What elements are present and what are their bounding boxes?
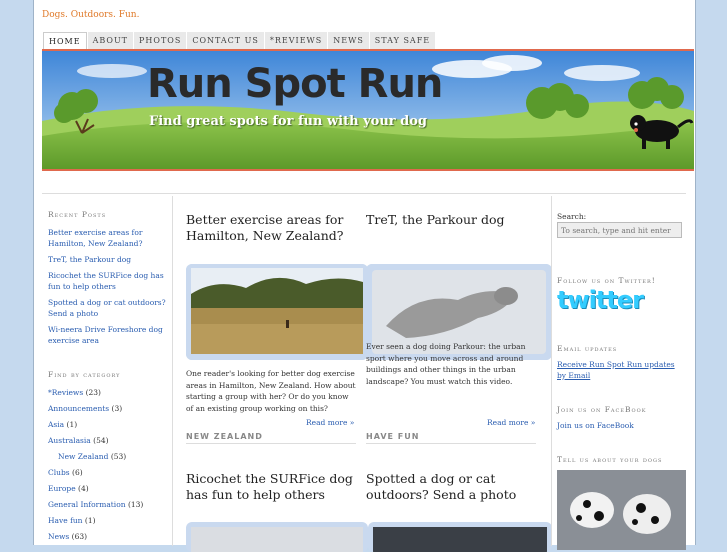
search-input[interactable]: [557, 222, 682, 238]
nav-home[interactable]: HOME: [43, 32, 87, 50]
twitter-heading: Follow us on Twitter!: [557, 276, 656, 285]
category-item[interactable]: General Information (13): [48, 499, 170, 510]
post-separator: [366, 443, 536, 444]
park-photo: [186, 264, 368, 360]
email-updates-link[interactable]: Receive Run Spot Run updates by Email: [557, 359, 682, 381]
dogs-photo[interactable]: [557, 470, 686, 550]
recent-posts-heading: Recent Posts: [48, 210, 107, 219]
header-divider: [42, 193, 686, 194]
recent-post-link[interactable]: Wi-neera Drive Foreshore dog exercise ar…: [48, 324, 170, 346]
site-tagline: Dogs. Outdoors. Fun.: [42, 10, 140, 20]
recent-posts-list: Better exercise areas for Hamilton, New …: [48, 227, 170, 351]
search-label: Search:: [557, 212, 587, 221]
post-thumbnail[interactable]: [368, 522, 552, 552]
post-title[interactable]: Spotted a dog or cat outdoors? Send a ph…: [366, 471, 536, 503]
facebook-link[interactable]: Join us on FaceBook: [557, 420, 634, 431]
banner-title: Run Spot Run: [147, 61, 443, 107]
category-item[interactable]: New Zealand (53): [48, 451, 170, 462]
post-thumbnail[interactable]: [186, 522, 368, 552]
category-list: *Reviews (23) Announcements (3) Asia (1)…: [48, 387, 170, 547]
category-item[interactable]: Europe (4): [48, 483, 170, 494]
dogs-photo-image: [557, 470, 686, 550]
dogs-heading: Tell us about your dogs: [557, 455, 663, 464]
post-title[interactable]: Better exercise areas for Hamilton, New …: [186, 212, 346, 244]
category-heading: Find by category: [48, 370, 121, 379]
recent-post-link[interactable]: Better exercise areas for Hamilton, New …: [48, 227, 170, 249]
category-item[interactable]: Clubs (6): [48, 467, 170, 478]
nav-contact-us[interactable]: CONTACT US: [187, 32, 264, 49]
left-sidebar: Recent Posts Better exercise areas for H…: [42, 196, 173, 546]
nav-photos[interactable]: PHOTOS: [134, 32, 187, 49]
nav-reviews[interactable]: *REVIEWS: [264, 32, 328, 49]
spotted-dog-photo: [373, 527, 547, 552]
post-title[interactable]: Ricochet the SURFice dog has fun to help…: [186, 471, 356, 503]
recent-post-link[interactable]: Ricochet the SURFice dog has fun to help…: [48, 270, 170, 292]
nav-stay-safe[interactable]: STAY SAFE: [369, 32, 436, 49]
main-nav: HOME ABOUT PHOTOS CONTACT US *REVIEWS NE…: [43, 32, 436, 50]
post-separator: [186, 443, 356, 444]
email-heading: Email updates: [557, 344, 618, 353]
category-item[interactable]: Australasia (54): [48, 435, 170, 446]
read-more-link[interactable]: Read more »: [487, 418, 535, 427]
category-item[interactable]: Have fun (1): [48, 515, 170, 526]
nav-news[interactable]: NEWS: [328, 32, 369, 49]
recent-post-link[interactable]: Spotted a dog or cat outdoors? Send a ph…: [48, 297, 170, 319]
category-item[interactable]: Asia (1): [48, 419, 170, 430]
right-sidebar: Search: Follow us on Twitter! twitter Em…: [551, 196, 695, 550]
category-item[interactable]: Announcements (3): [48, 403, 170, 414]
post-category[interactable]: HAVE FUN: [366, 432, 419, 441]
twitter-logo[interactable]: twitter: [557, 286, 644, 314]
post-excerpt: Ever seen a dog doing Parkour: the urban…: [366, 342, 526, 386]
banner-subtitle: Find great spots for fun with your dog: [149, 114, 428, 129]
post-category[interactable]: NEW ZEALAND: [186, 432, 263, 441]
nav-about[interactable]: ABOUT: [87, 32, 134, 49]
post-thumbnail[interactable]: [186, 264, 368, 360]
post-excerpt: One reader's looking for better dog exer…: [186, 369, 356, 413]
header-banner[interactable]: Run Spot Run Find great spots for fun wi…: [42, 49, 694, 171]
page-container: Dogs. Outdoors. Fun. HOME ABOUT PHOTOS C…: [33, 0, 696, 552]
read-more-link[interactable]: Read more »: [306, 418, 354, 427]
post-title[interactable]: TreT, the Parkour dog: [366, 212, 526, 228]
category-item[interactable]: News (63): [48, 531, 170, 542]
category-item[interactable]: *Reviews (23): [48, 387, 170, 398]
surf-dog-photo: [191, 527, 363, 552]
recent-post-link[interactable]: TreT, the Parkour dog: [48, 254, 170, 265]
facebook-heading: Join us on FaceBook: [557, 405, 647, 414]
